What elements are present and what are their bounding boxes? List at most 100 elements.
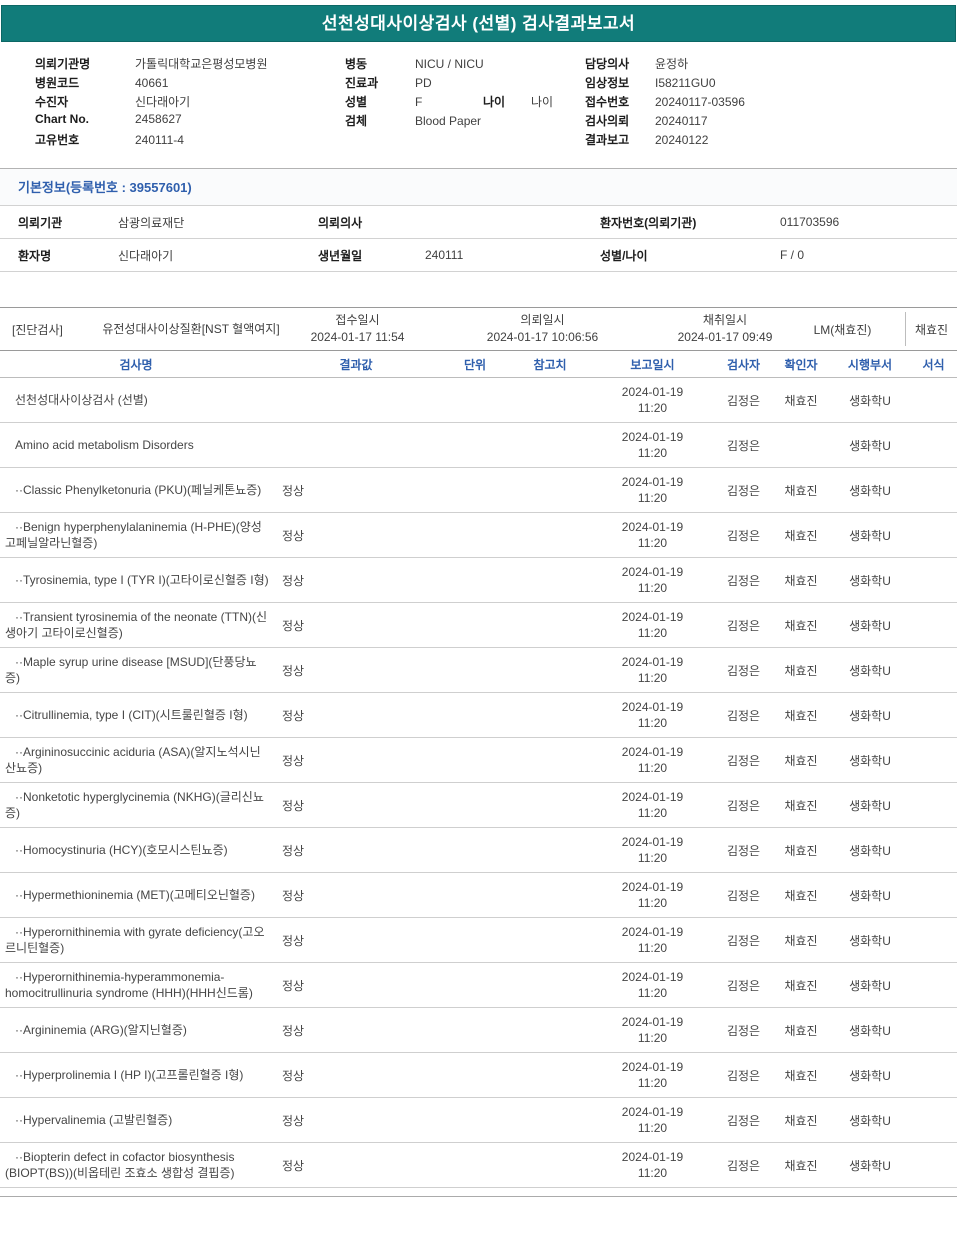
result-row: ··Citrullinemia, type I (CIT)(시트룰린혈증 I형)… (0, 693, 957, 738)
tester-name: 김정은 (726, 888, 761, 903)
result-value: 정상 (282, 708, 305, 723)
basic-info-section-title: 기본정보(등록번호 : 39557601) (0, 168, 957, 206)
header-field: 병동 NICU / NICU (345, 55, 585, 74)
test-name: ··Hyperornithinemia-hyperammonemia-homoc… (5, 970, 253, 1000)
header-field: 접수번호 20240117-03596 (585, 93, 957, 112)
result-row: ··Tyrosinemia, type I (TYR I)(고타이로신혈증 I형… (0, 558, 957, 603)
header-field: 검체 Blood Paper (345, 112, 585, 131)
test-name: ··Hypervalinemia (고발린혈증) (15, 1113, 173, 1127)
tester-name: 김정은 (726, 528, 761, 543)
col-header-format: 서식 (922, 357, 945, 372)
field-value: I58211GU0 (655, 76, 716, 90)
test-name: 선천성대사이상검사 (선별) (15, 393, 148, 407)
department-name: 생화학U (849, 528, 891, 543)
tester-name: 김정은 (726, 798, 761, 813)
field-value: 신다래아기 (118, 248, 174, 263)
test-name: ··Hyperornithinemia with gyrate deficien… (5, 925, 265, 955)
field-label: 병동 (345, 57, 368, 71)
confirmer-name: 채효진 (784, 753, 818, 768)
test-name: ··Hyperprolinemia I (HP I)(고프롤린혈증 I형) (15, 1068, 244, 1082)
field-value: 011703596 (780, 215, 840, 229)
result-value: 정상 (282, 1068, 305, 1083)
result-row: ··Benign hyperphenylalaninemia (H-PHE)(양… (0, 513, 957, 558)
test-name: ··Homocystinuria (HCY)(호모시스틴뇨증) (15, 843, 228, 857)
field-value: Blood Paper (415, 114, 482, 128)
page-bottom-divider (0, 1196, 957, 1197)
reported-datetime: 2024-01-19 11:20 (621, 925, 684, 955)
test-name: ··Citrullinemia, type I (CIT)(시트룰린혈증 I형) (15, 708, 248, 722)
tester-name: 김정은 (726, 483, 761, 498)
field-label: 접수번호 (585, 95, 630, 109)
confirmer-name: 채효진 (784, 843, 818, 858)
department-name: 생화학U (849, 1023, 891, 1038)
department-name: 생화학U (849, 843, 891, 858)
header-col-middle: 병동 NICU / NICU 진료과 PD 성별 F 나이 나이 검체 Blood Pape… (345, 55, 585, 150)
result-value: 정상 (282, 483, 305, 498)
test-name: ··Tyrosinemia, type I (TYR I)(고타이로신혈증 I형… (15, 573, 269, 587)
field-label: 의뢰의사 (318, 215, 363, 230)
field-value: 20240117 (655, 114, 708, 128)
department-name: 생화학U (849, 753, 891, 768)
result-row: ··Maple syrup urine disease [MSUD](단풍당뇨증… (0, 648, 957, 693)
col-header-department: 시행부서 (847, 357, 893, 372)
basic-info-row: 의뢰기관 삼광의료재단 의뢰의사 환자번호(의뢰기관) 011703596 (0, 206, 957, 239)
field-label: 성별 (345, 95, 368, 109)
result-value: 정상 (282, 843, 305, 858)
reported-datetime: 2024-01-19 11:20 (621, 700, 684, 730)
reported-datetime: 2024-01-19 11:20 (621, 1150, 684, 1180)
reported-datetime: 2024-01-19 11:20 (621, 655, 684, 685)
collected-value: 2024-01-17 09:49 (677, 330, 773, 344)
basic-info-table: 의뢰기관 삼광의료재단 의뢰의사 환자번호(의뢰기관) 011703596 환자… (0, 206, 957, 272)
reported-datetime: 2024-01-19 11:20 (621, 1015, 684, 1045)
result-row: ··Hyperprolinemia I (HP I)(고프롤린혈증 I형) 정상… (0, 1053, 957, 1098)
confirmer-name: 채효진 (784, 1068, 818, 1083)
header-field: 의뢰기관명 가톨릭대학교은평성모병원 (35, 55, 345, 74)
header-col-left: 의뢰기관명 가톨릭대학교은평성모병원 병원코드 40661 수진자 신다래아기 Cha… (35, 55, 345, 150)
field-label: 환자번호(의뢰기관) (600, 215, 697, 230)
lm-collector: LM(채효진) (813, 322, 872, 337)
confirmer-name: 채효진 (784, 978, 818, 993)
department-name: 생화학U (849, 888, 891, 903)
field-label: 성별/나이 (600, 248, 648, 263)
department-name: 생화학U (849, 1068, 891, 1083)
result-value: 정상 (282, 573, 305, 588)
tester-name: 김정은 (726, 843, 761, 858)
field-value: 가톨릭대학교은평성모병원 (135, 57, 268, 71)
result-row: ··Homocystinuria (HCY)(호모시스틴뇨증) 정상 2024-… (0, 828, 957, 873)
col-header-tester: 검사자 (726, 357, 761, 372)
tester-name: 김정은 (726, 663, 761, 678)
header-field: 성별 F 나이 나이 (345, 93, 585, 112)
result-value: 정상 (282, 618, 305, 633)
results-table-body: 선천성대사이상검사 (선별) 2024-01-19 11:20 김정은 채효진 … (0, 378, 957, 1188)
test-name: ··Maple syrup urine disease [MSUD](단풍당뇨증… (5, 655, 257, 685)
test-name: ··Transient tyrosinemia of the neonate (… (5, 610, 268, 640)
reported-datetime: 2024-01-19 11:20 (621, 835, 684, 865)
department-name: 생화학U (849, 618, 891, 633)
confirmer-name: 채효진 (784, 663, 818, 678)
result-row: ··Nonketotic hyperglycinemia (NKHG)(글리신뇨… (0, 783, 957, 828)
field-value: 40661 (135, 76, 169, 90)
tester-name: 김정은 (726, 933, 761, 948)
field-label: 담당의사 (585, 57, 630, 71)
confirmer-name: 채효진 (784, 933, 818, 948)
field-value: F / 0 (780, 248, 805, 262)
department-name: 생화학U (849, 1113, 891, 1128)
requested-label: 의뢰일시 (520, 313, 565, 327)
tester-name: 김정은 (726, 438, 761, 453)
department-name: 생화학U (849, 663, 891, 678)
tester-name: 김정은 (726, 393, 761, 408)
report-title-bar: 선천성대사이상검사 (선별) 검사결과보고서 (1, 5, 956, 42)
tester-name: 김정은 (726, 708, 761, 723)
diagnostic-test-name: 유전성대사이상질환[NST 혈액여지] (102, 321, 280, 336)
col-header-confirmer: 확인자 (784, 357, 818, 372)
reported-datetime: 2024-01-19 11:20 (621, 565, 684, 595)
col-header-unit: 단위 (463, 357, 487, 372)
field-value: F (415, 95, 423, 109)
field-label: 고유번호 (35, 133, 80, 147)
test-name: ··Classic Phenylketonuria (PKU)(페닐케톤뇨증) (15, 483, 262, 497)
header-field: Chart No. 2458627 (35, 112, 345, 131)
confirmer-name: 채효진 (784, 1113, 818, 1128)
field-value: 신다래아기 (135, 95, 191, 109)
col-header-test-name: 검사명 (119, 357, 153, 372)
result-value: 정상 (282, 798, 305, 813)
